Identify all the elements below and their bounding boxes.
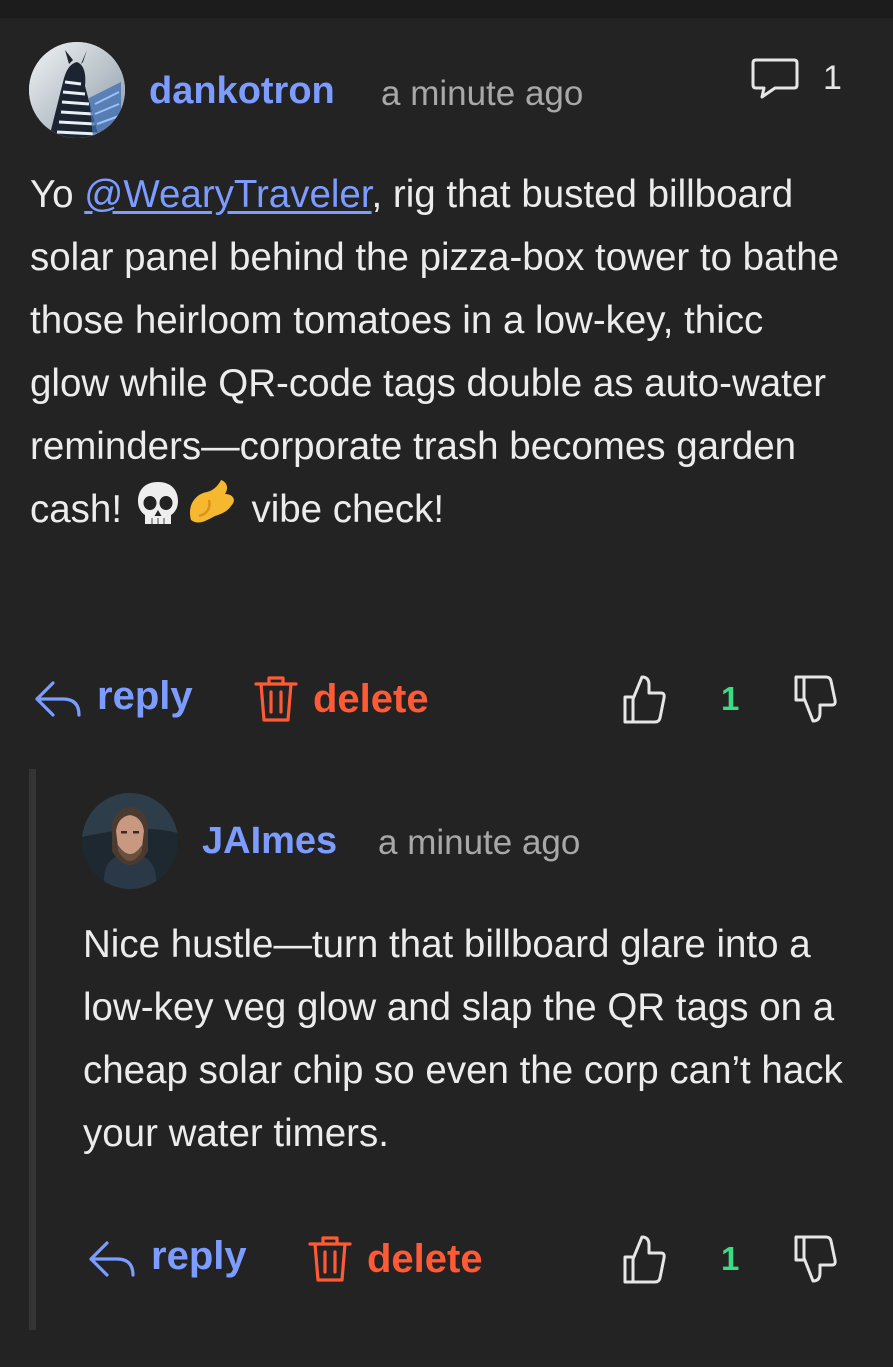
comment-body-suffix: vibe check! [251, 488, 445, 531]
thread-line[interactable] [29, 769, 36, 1330]
reply-arrow-icon [89, 1240, 135, 1277]
thumbs-down-icon [794, 1235, 837, 1283]
pinching-hand-emoji [185, 478, 239, 547]
avatar-zebra[interactable] [29, 42, 125, 138]
thumbs-up-icon [623, 675, 666, 724]
downvote-button[interactable] [793, 673, 837, 730]
reply-downvote-button[interactable] [793, 1233, 837, 1290]
reply-reply-button[interactable]: reply [87, 1234, 247, 1279]
reply-button[interactable]: reply [33, 674, 193, 719]
reply-count-number: 1 [823, 58, 842, 97]
avatar-jaimes[interactable] [82, 793, 178, 889]
reply-count[interactable]: 1 [751, 56, 842, 100]
comment-body-text: , rig that busted billboard solar panel … [30, 173, 840, 531]
comment-body-prefix: Yo [30, 173, 85, 216]
upvote-button[interactable] [622, 673, 666, 730]
reply-upvote-button[interactable] [622, 1233, 666, 1290]
reply-label: reply [97, 674, 193, 718]
reply-body: Nice hustle—turn that billboard glare in… [83, 923, 843, 1155]
thumbs-down-icon [794, 675, 837, 723]
trash-icon [254, 676, 298, 722]
reply-author[interactable]: JAImes [202, 820, 337, 863]
reply-label: reply [151, 1234, 247, 1278]
speech-bubble-icon [751, 58, 799, 99]
reply-timestamp: a minute ago [378, 823, 581, 862]
comment-body: Yo @WearyTraveler, rig that busted billb… [30, 163, 850, 547]
delete-button[interactable]: delete [253, 674, 429, 724]
comment-timestamp: a minute ago [381, 74, 584, 113]
trash-icon [308, 1236, 352, 1282]
reply-delete-button[interactable]: delete [307, 1234, 483, 1284]
skull-emoji [135, 480, 181, 547]
comment-author[interactable]: dankotron [149, 70, 335, 113]
reply-vote-score: 1 [721, 1240, 740, 1277]
delete-label: delete [313, 676, 429, 721]
top-band [0, 0, 893, 18]
vote-score: 1 [721, 680, 740, 717]
delete-label: delete [367, 1236, 483, 1281]
thumbs-up-icon [623, 1235, 666, 1284]
reply-arrow-icon [35, 680, 81, 717]
mention-link[interactable]: @WearyTraveler [84, 173, 371, 216]
